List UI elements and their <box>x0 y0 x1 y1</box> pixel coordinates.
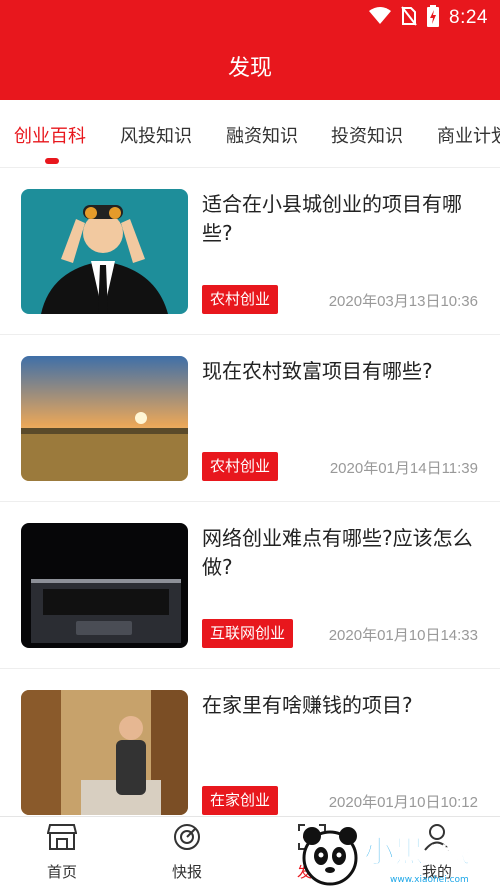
svg-text:www.xiaohei.com: www.xiaohei.com <box>390 875 469 885</box>
article-item[interactable]: 现在农村致富项目有哪些? 农村创业 2020年01月14日11:39 <box>0 335 500 502</box>
svg-text:小黑: 小黑 <box>364 835 424 870</box>
article-title: 在家里有啥赚钱的项目? <box>202 693 413 717</box>
article-title: 网络创业难点有哪些?应该怎么做? <box>202 526 473 579</box>
article-tag: 农村创业 <box>202 285 279 314</box>
article-title: 现在农村致富项目有哪些? <box>202 359 433 383</box>
article-date: 2020年01月10日14:33 <box>328 627 478 644</box>
nav-home[interactable]: 首页 <box>17 823 107 882</box>
article-date: 2020年01月10日10:12 <box>328 794 478 811</box>
tab-financing-knowledge[interactable]: 融资知识 <box>226 122 298 148</box>
article-title: 适合在小县城创业的项目有哪些? <box>202 192 462 245</box>
tab-startup-wiki[interactable]: 创业百科 <box>14 122 86 148</box>
tab-venture-knowledge[interactable]: 风投知识 <box>120 122 192 148</box>
battery-charging-icon <box>427 5 440 31</box>
article-thumbnail <box>21 189 188 314</box>
status-bar: 8:24 <box>369 5 488 31</box>
no-sim-icon <box>401 6 417 30</box>
wifi-icon <box>369 7 392 29</box>
tab-investment-knowledge[interactable]: 投资知识 <box>331 122 403 148</box>
article-date: 2020年03月13日10:36 <box>328 293 478 310</box>
nav-label: 首页 <box>46 863 77 881</box>
nav-label: 快报 <box>171 863 202 881</box>
article-thumbnail <box>21 356 188 481</box>
app-header: 8:24 发现 <box>0 0 500 100</box>
category-tabs: 创业百科 风投知识 融资知识 投资知识 商业计划 <box>0 100 500 168</box>
article-tag: 在家创业 <box>202 786 279 815</box>
article-date: 2020年01月14日11:39 <box>329 460 478 477</box>
store-icon <box>17 823 107 855</box>
active-tab-indicator <box>45 158 59 164</box>
article-item[interactable]: 网络创业难点有哪些?应该怎么做? 互联网创业 2020年01月10日14:33 <box>0 502 500 669</box>
article-item[interactable]: 适合在小县城创业的项目有哪些? 农村创业 2020年03月13日10:36 <box>0 168 500 335</box>
article-thumbnail <box>21 523 188 648</box>
article-item[interactable]: 在家里有啥赚钱的项目? 在家创业 2020年01月10日10:12 <box>0 669 500 836</box>
article-tag: 农村创业 <box>202 452 279 481</box>
svg-text:游戏: 游戏 <box>430 843 470 867</box>
page-title: 发现 <box>227 56 272 81</box>
article-thumbnail <box>21 690 188 815</box>
nav-news[interactable]: 快报 <box>142 823 232 882</box>
site-watermark-logo: 小黑 游戏 www.xiaohei.com <box>290 818 500 889</box>
article-tag: 互联网创业 <box>202 619 294 648</box>
news-radar-icon <box>142 823 232 855</box>
tab-business-plan[interactable]: 商业计划 <box>437 122 500 148</box>
status-time: 8:24 <box>449 7 488 28</box>
